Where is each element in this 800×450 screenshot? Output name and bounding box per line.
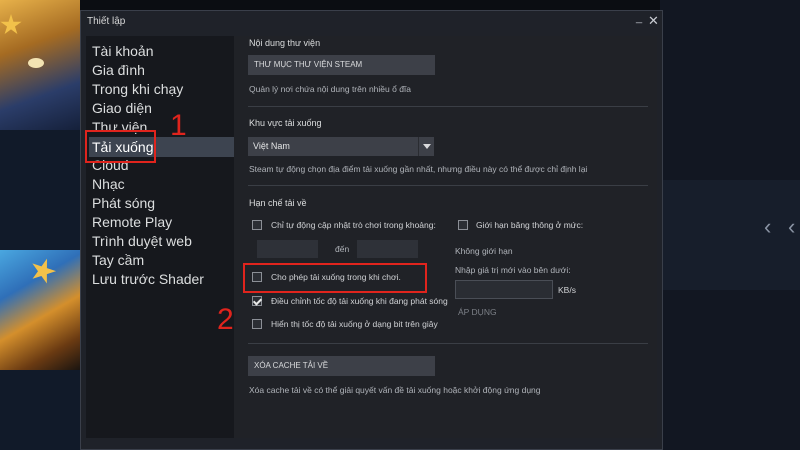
bandwidth-limit-label: Giới hạn băng thông ở mức: bbox=[476, 220, 584, 230]
limits-heading: Hạn chế tải về bbox=[249, 198, 307, 208]
bandwidth-input[interactable] bbox=[455, 280, 553, 299]
bandwidth-input-hint: Nhập giá trị mới vào bên dưới: bbox=[455, 265, 571, 275]
bandwidth-current-value: Không giới hạn bbox=[455, 246, 513, 256]
sidebar-item-family[interactable]: Gia đình bbox=[92, 62, 145, 78]
sidebar-item-in-game[interactable]: Trong khi chạy bbox=[92, 81, 183, 97]
settings-content bbox=[234, 36, 657, 438]
sidebar-item-controller[interactable]: Tay cầm bbox=[92, 252, 144, 268]
cache-description: Xóa cache tải về có thể giải quyết vấn đ… bbox=[249, 385, 541, 395]
steam-library-folders-button[interactable]: THƯ MỤC THƯ VIỆN STEAM bbox=[248, 55, 435, 75]
apply-bandwidth-button[interactable]: ÁP DỤNG bbox=[458, 307, 497, 317]
dialog-title: Thiết lập bbox=[87, 16, 126, 27]
region-heading: Khu vực tải xuống bbox=[249, 118, 322, 128]
start-time-field[interactable] bbox=[257, 240, 318, 258]
sidebar-item-web-browser[interactable]: Trình duyệt web bbox=[92, 233, 192, 249]
divider bbox=[248, 185, 648, 186]
auto-update-window-checkbox[interactable] bbox=[252, 220, 262, 230]
sidebar-item-remote-play[interactable]: Remote Play bbox=[92, 214, 172, 230]
sidebar-item-interface[interactable]: Giao diện bbox=[92, 100, 152, 116]
bandwidth-limit-checkbox[interactable] bbox=[458, 220, 468, 230]
region-select[interactable]: Việt Nam bbox=[248, 137, 434, 156]
step-number-2: 2 bbox=[217, 303, 234, 336]
chevron-left-icon[interactable]: ‹ bbox=[788, 214, 795, 240]
bits-per-second-checkbox[interactable] bbox=[252, 319, 262, 329]
throttle-while-broadcasting-label: Điều chỉnh tốc độ tải xuống khi đang phá… bbox=[271, 296, 448, 306]
bandwidth-unit: KB/s bbox=[558, 285, 576, 295]
time-range-separator: đến bbox=[335, 244, 350, 254]
region-select-value: Việt Nam bbox=[253, 141, 290, 151]
library-description: Quản lý nơi chứa nội dung trên nhiều ổ đ… bbox=[249, 84, 412, 94]
chevron-down-icon[interactable] bbox=[418, 137, 435, 156]
minimize-icon[interactable]: _ bbox=[636, 12, 642, 24]
bits-per-second-label: Hiển thị tốc độ tải xuống ở dạng bit trê… bbox=[271, 319, 438, 329]
sidebar-item-broadcasting[interactable]: Phát sóng bbox=[92, 195, 155, 211]
region-description: Steam tự động chọn địa điểm tải xuống gầ… bbox=[249, 164, 588, 174]
end-time-field[interactable] bbox=[357, 240, 418, 258]
close-icon[interactable]: ✕ bbox=[648, 13, 659, 29]
game-art-detail bbox=[28, 58, 44, 68]
sidebar-item-shader-precache[interactable]: Lưu trước Shader bbox=[92, 271, 204, 287]
chevron-left-icon[interactable]: ‹ bbox=[764, 214, 771, 240]
background-carousel bbox=[660, 180, 800, 290]
auto-update-window-label: Chỉ tự động cập nhật trò chơi trong khoả… bbox=[271, 220, 436, 230]
throttle-while-broadcasting-checkbox[interactable] bbox=[252, 296, 262, 306]
step-number-1: 1 bbox=[170, 109, 187, 142]
sidebar-item-account[interactable]: Tài khoản bbox=[92, 43, 153, 59]
sidebar-item-music[interactable]: Nhạc bbox=[92, 176, 125, 192]
highlight-downloads-tab bbox=[85, 130, 156, 163]
highlight-allow-while-playing bbox=[243, 263, 427, 293]
clear-download-cache-button[interactable]: XÓA CACHE TẢI VỀ bbox=[248, 356, 435, 376]
divider bbox=[248, 106, 648, 107]
library-heading: Nội dung thư viện bbox=[249, 38, 321, 48]
divider bbox=[248, 343, 648, 344]
